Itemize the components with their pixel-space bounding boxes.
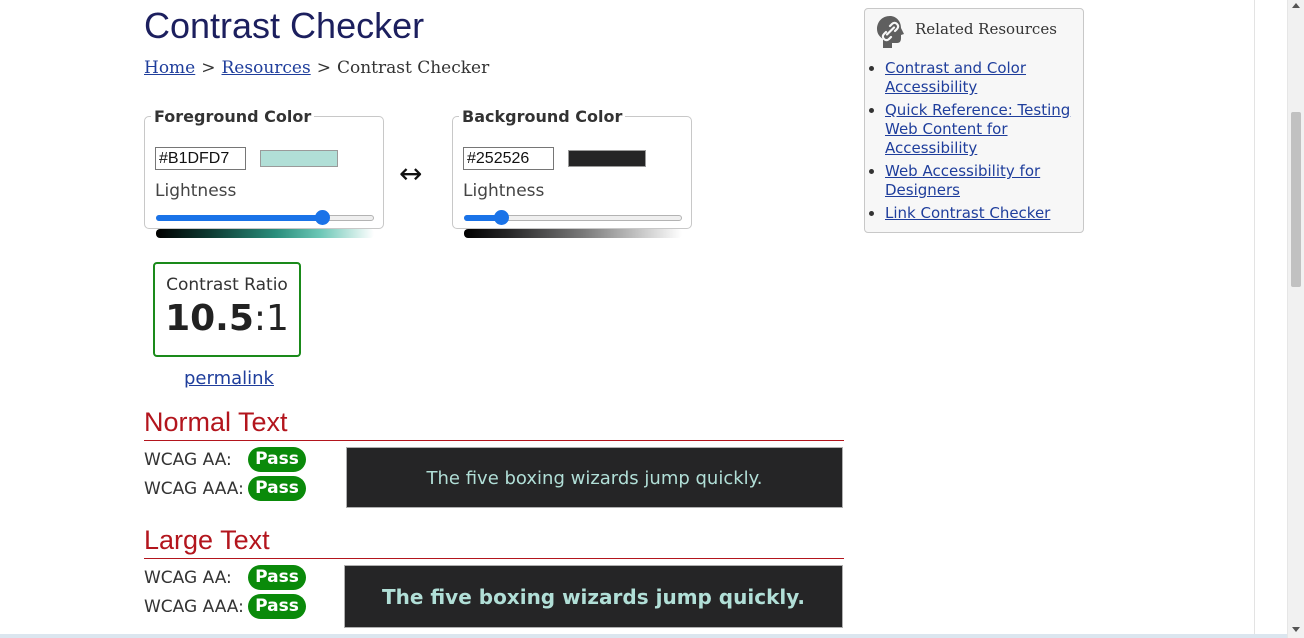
background-lightness-gradient [464,229,682,238]
scroll-down-arrow-icon[interactable] [1292,627,1300,632]
normal-wcag-aaa-badge: Pass [248,476,306,501]
link-quick-reference-testing[interactable]: Quick Reference: Testing Web Content for… [885,101,1070,157]
list-item: Link Contrast Checker [885,204,1077,223]
background-hex-input[interactable] [463,147,554,170]
contrast-ratio-value: 10.5:1 [155,297,299,341]
left-right-arrow-icon: ↔ [399,157,423,190]
scroll-up-arrow-icon[interactable] [1292,3,1300,8]
large-text-heading: Large Text [144,524,844,559]
window-bottom-edge [0,634,1287,638]
link-web-accessibility-designers[interactable]: Web Accessibility for Designers [885,162,1040,199]
background-lightness-slider[interactable] [464,210,682,225]
list-item: Contrast and Color Accessibility [885,59,1077,97]
list-item: Quick Reference: Testing Web Content for… [885,101,1077,158]
foreground-lightness-label: Lightness [155,181,237,201]
contrast-ratio-suffix: :1 [253,298,289,339]
slider-thumb[interactable] [314,210,330,225]
link-link-contrast-checker[interactable]: Link Contrast Checker [885,204,1050,222]
normal-wcag-aa-badge: Pass [248,447,306,472]
content-divider [1254,0,1255,638]
breadcrumb: Home > Resources > Contrast Checker [144,58,489,78]
foreground-color-picker[interactable] [260,150,338,167]
background-color-legend: Background Color [462,107,623,126]
breadcrumb-resources-link[interactable]: Resources [222,58,311,78]
list-item: Web Accessibility for Designers [885,162,1077,200]
related-resources-panel: Related Resources Contrast and Color Acc… [864,8,1084,233]
large-text-sample: The five boxing wizards jump quickly. [344,565,843,628]
normal-wcag-aa-label: WCAG AA: [144,450,232,470]
breadcrumb-current: Contrast Checker [336,58,490,78]
contrast-ratio-label: Contrast Ratio [166,275,288,295]
contrast-ratio-number: 10.5 [165,298,254,339]
foreground-lightness-gradient [156,229,374,238]
foreground-color-panel: Foreground Color Lightness [144,107,384,238]
page-title: Contrast Checker [144,5,425,46]
breadcrumb-separator: > [316,58,331,78]
normal-text-heading: Normal Text [144,406,844,441]
background-color-picker[interactable] [568,150,646,167]
foreground-lightness-slider[interactable] [156,210,374,225]
foreground-color-legend: Foreground Color [154,107,312,126]
vertical-scrollbar[interactable] [1287,0,1304,638]
slider-fill [156,215,322,221]
normal-text-sample: The five boxing wizards jump quickly. [346,447,843,508]
slider-thumb[interactable] [494,210,510,225]
scrollbar-thumb[interactable] [1291,112,1301,287]
background-lightness-label: Lightness [463,181,545,201]
foreground-hex-input[interactable] [155,147,246,170]
contrast-ratio-box: Contrast Ratio 10.5:1 [153,262,301,357]
link-icon [877,16,904,48]
breadcrumb-separator: > [201,58,216,78]
related-resources-list: Contrast and Color Accessibility Quick R… [885,59,1077,227]
breadcrumb-home-link[interactable]: Home [144,58,195,78]
normal-wcag-aaa-label: WCAG AAA: [144,479,244,499]
background-color-panel: Background Color Lightness [452,107,692,238]
large-wcag-aaa-badge: Pass [248,594,306,619]
large-wcag-aaa-label: WCAG AAA: [144,597,244,617]
large-wcag-aa-badge: Pass [248,565,306,590]
large-wcag-aa-label: WCAG AA: [144,568,232,588]
permalink-link[interactable]: permalink [184,368,274,389]
link-contrast-color-accessibility[interactable]: Contrast and Color Accessibility [885,59,1026,96]
related-resources-title: Related Resources [915,20,1057,38]
